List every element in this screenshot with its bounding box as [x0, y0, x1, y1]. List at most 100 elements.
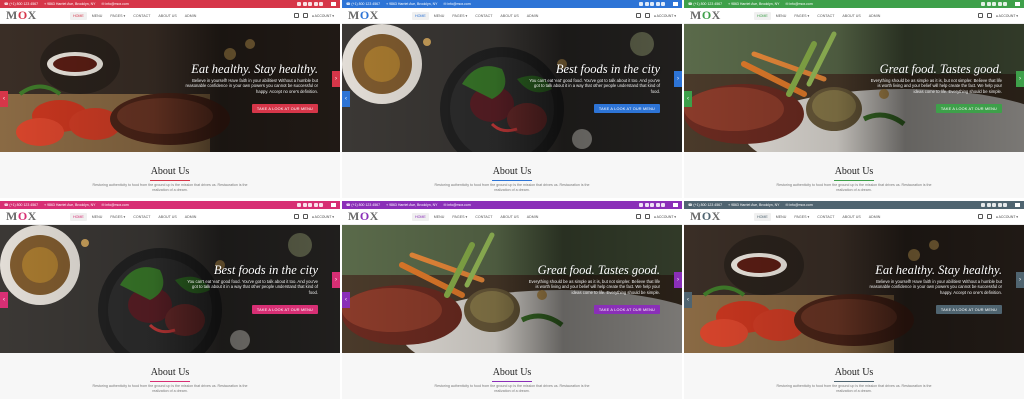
logo[interactable]: MOX	[690, 8, 740, 23]
linkedin-icon[interactable]	[655, 2, 660, 6]
twitter-icon[interactable]	[302, 2, 307, 6]
nav-menu-link[interactable]: MENU	[431, 213, 448, 221]
nav-pages[interactable]: PAGES ▾	[107, 213, 128, 221]
nav-about-us[interactable]: ABOUT US	[497, 213, 521, 221]
nav-menu-link[interactable]: MENU	[89, 12, 106, 20]
slider-prev-arrow[interactable]: ‹	[684, 91, 692, 107]
nav-pages[interactable]: PAGES ▾	[107, 12, 128, 20]
calendar-icon[interactable]	[977, 13, 983, 18]
calendar-icon[interactable]	[635, 13, 641, 18]
slider-next-arrow[interactable]: ›	[332, 71, 340, 87]
account-menu[interactable]: ● ACCOUNT ▾	[654, 14, 676, 18]
flag-icon[interactable]	[331, 2, 336, 6]
linkedin-icon[interactable]	[997, 2, 1002, 6]
account-menu[interactable]: ● ACCOUNT ▾	[654, 215, 676, 219]
google-icon[interactable]	[308, 2, 312, 6]
nav-pages[interactable]: PAGES ▾	[449, 12, 470, 20]
slider-prev-arrow[interactable]: ‹	[342, 91, 350, 107]
linkedin-icon[interactable]	[313, 2, 318, 6]
facebook-icon[interactable]	[297, 2, 301, 6]
flag-icon[interactable]	[1015, 2, 1020, 6]
nav-home[interactable]: HOME	[70, 11, 87, 20]
slider-next-arrow[interactable]: ›	[1016, 272, 1024, 288]
facebook-icon[interactable]	[981, 203, 985, 207]
logo[interactable]: MOX	[690, 209, 740, 224]
cart-icon[interactable]	[644, 214, 650, 219]
nav-home[interactable]: HOME	[754, 11, 771, 20]
nav-menu-link[interactable]: MENU	[773, 12, 790, 20]
nav-admin[interactable]: ADMIN	[866, 213, 884, 221]
linkedin-icon[interactable]	[313, 203, 318, 207]
google-icon[interactable]	[992, 2, 996, 6]
twitter-icon[interactable]	[644, 2, 649, 6]
account-menu[interactable]: ● ACCOUNT ▾	[996, 14, 1018, 18]
slider-next-arrow[interactable]: ›	[674, 272, 682, 288]
nav-admin[interactable]: ADMIN	[866, 12, 884, 20]
menu-button[interactable]: TAKE A LOOK AT OUR MENU	[593, 104, 660, 113]
google-icon[interactable]	[650, 203, 654, 207]
nav-contact[interactable]: CONTACT	[472, 213, 495, 221]
slider-next-arrow[interactable]: ›	[332, 272, 340, 288]
logo[interactable]: MOX	[6, 209, 56, 224]
account-menu[interactable]: ● ACCOUNT ▾	[312, 14, 334, 18]
instagram-icon[interactable]	[319, 2, 323, 6]
nav-admin[interactable]: ADMIN	[524, 12, 542, 20]
nav-home[interactable]: HOME	[754, 212, 771, 221]
google-icon[interactable]	[992, 203, 996, 207]
slider-prev-arrow[interactable]: ‹	[0, 91, 8, 107]
logo[interactable]: MOX	[6, 8, 56, 23]
twitter-icon[interactable]	[986, 203, 991, 207]
nav-about-us[interactable]: ABOUT US	[155, 213, 179, 221]
nav-pages[interactable]: PAGES ▾	[791, 12, 812, 20]
nav-about-us[interactable]: ABOUT US	[839, 213, 863, 221]
nav-admin[interactable]: ADMIN	[182, 213, 200, 221]
nav-menu-link[interactable]: MENU	[89, 213, 106, 221]
menu-button[interactable]: TAKE A LOOK AT OUR MENU	[251, 104, 318, 113]
instagram-icon[interactable]	[1003, 2, 1007, 6]
nav-menu-link[interactable]: MENU	[431, 12, 448, 20]
twitter-icon[interactable]	[302, 203, 307, 207]
nav-pages[interactable]: PAGES ▾	[791, 213, 812, 221]
instagram-icon[interactable]	[1003, 203, 1007, 207]
calendar-icon[interactable]	[293, 13, 299, 18]
menu-button[interactable]: TAKE A LOOK AT OUR MENU	[593, 305, 660, 314]
logo[interactable]: MOX	[348, 8, 398, 23]
cart-icon[interactable]	[302, 13, 308, 18]
nav-contact[interactable]: CONTACT	[472, 12, 495, 20]
slider-prev-arrow[interactable]: ‹	[342, 292, 350, 308]
nav-home[interactable]: HOME	[70, 212, 87, 221]
instagram-icon[interactable]	[661, 2, 665, 6]
nav-pages[interactable]: PAGES ▾	[449, 213, 470, 221]
nav-about-us[interactable]: ABOUT US	[155, 12, 179, 20]
flag-icon[interactable]	[1015, 203, 1020, 207]
nav-menu-link[interactable]: MENU	[773, 213, 790, 221]
menu-button[interactable]: TAKE A LOOK AT OUR MENU	[935, 305, 1002, 314]
nav-contact[interactable]: CONTACT	[130, 12, 153, 20]
menu-button[interactable]: TAKE A LOOK AT OUR MENU	[935, 104, 1002, 113]
flag-icon[interactable]	[673, 2, 678, 6]
nav-home[interactable]: HOME	[412, 212, 429, 221]
nav-contact[interactable]: CONTACT	[130, 213, 153, 221]
twitter-icon[interactable]	[644, 203, 649, 207]
linkedin-icon[interactable]	[655, 203, 660, 207]
nav-about-us[interactable]: ABOUT US	[497, 12, 521, 20]
facebook-icon[interactable]	[297, 203, 301, 207]
nav-admin[interactable]: ADMIN	[182, 12, 200, 20]
cart-icon[interactable]	[986, 214, 992, 219]
nav-admin[interactable]: ADMIN	[524, 213, 542, 221]
instagram-icon[interactable]	[661, 203, 665, 207]
instagram-icon[interactable]	[319, 203, 323, 207]
flag-icon[interactable]	[331, 203, 336, 207]
calendar-icon[interactable]	[293, 214, 299, 219]
calendar-icon[interactable]	[977, 214, 983, 219]
logo[interactable]: MOX	[348, 209, 398, 224]
twitter-icon[interactable]	[986, 2, 991, 6]
google-icon[interactable]	[650, 2, 654, 6]
account-menu[interactable]: ● ACCOUNT ▾	[312, 215, 334, 219]
cart-icon[interactable]	[986, 13, 992, 18]
nav-about-us[interactable]: ABOUT US	[839, 12, 863, 20]
cart-icon[interactable]	[644, 13, 650, 18]
account-menu[interactable]: ● ACCOUNT ▾	[996, 215, 1018, 219]
facebook-icon[interactable]	[639, 2, 643, 6]
google-icon[interactable]	[308, 203, 312, 207]
